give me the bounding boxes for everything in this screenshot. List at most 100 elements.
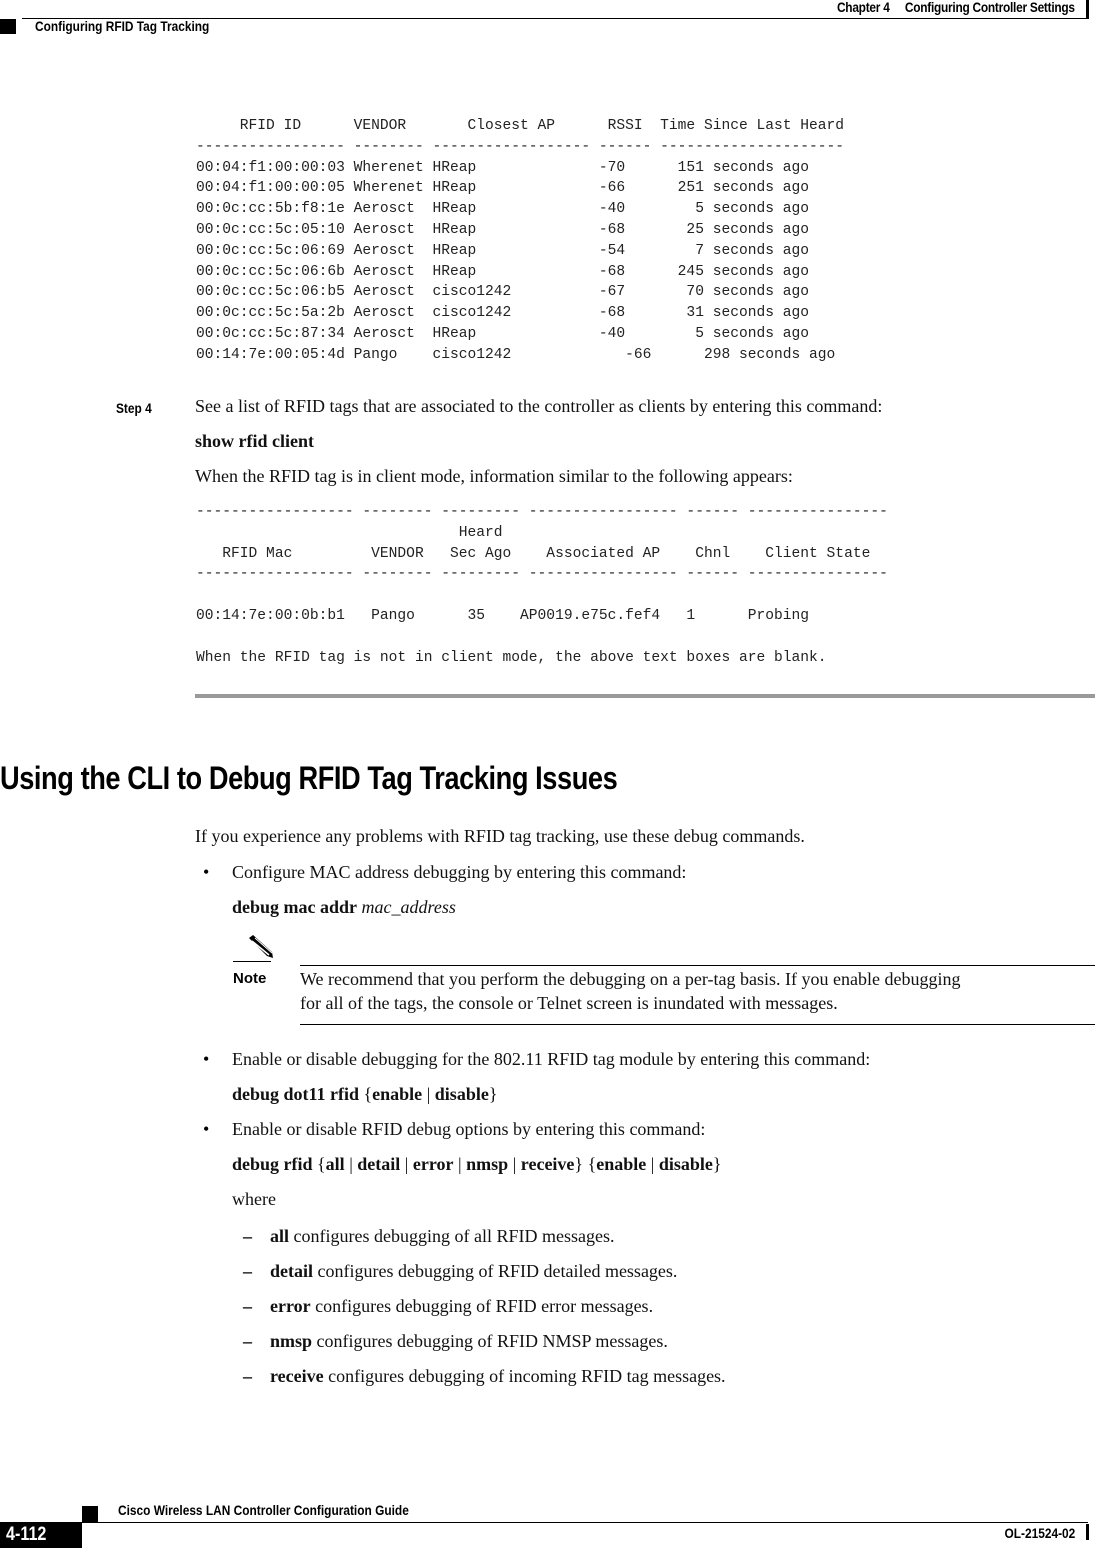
command-keyword: debug dot11 rfid	[232, 1084, 360, 1104]
intro-text: If you experience any problems with RFID…	[195, 826, 805, 846]
option-detail: detail	[357, 1154, 401, 1174]
page-number: 4-112	[6, 1524, 47, 1545]
chapter-title: Configuring Controller Settings	[905, 0, 1075, 15]
option-disable: disable	[434, 1084, 489, 1104]
dash-icon: –	[243, 1261, 252, 1281]
option-description: configures debugging of RFID detailed me…	[317, 1261, 678, 1281]
header-right-bar	[1086, 0, 1089, 19]
footer-right-bar	[1086, 1524, 1089, 1540]
rfid-client-separator: ------------------ -------- --------- --…	[196, 504, 888, 520]
table-row: 00:0c:cc:5c:06:b5 Aerosct cisco1242 -67 …	[196, 284, 810, 301]
note-icon-rule	[233, 961, 271, 962]
section-header: Configuring RFID Tag Tracking	[35, 18, 210, 34]
chapter-header: Chapter 4 Configuring Controller Settings	[837, 0, 1075, 15]
pencil-note-icon	[249, 935, 273, 958]
option-desc-receive: receive configures debugging of incoming…	[270, 1366, 726, 1387]
rfid-client-header-2: RFID Mac VENDOR Sec Ago Associated AP Ch…	[196, 545, 871, 562]
footer-left-block	[82, 1506, 98, 1522]
option-enable: enable	[596, 1154, 647, 1174]
chapter-number: Chapter 4	[837, 0, 890, 15]
option-disable: disable	[658, 1154, 713, 1174]
table-row: 00:0c:cc:5c:06:69 Aerosct HReap -54 7 se…	[196, 242, 810, 259]
option-nmsp: nmsp	[466, 1154, 509, 1174]
table-row: 00:04:f1:00:00:05 Wherenet HReap -66 251…	[196, 180, 810, 197]
rfid-client-note: When the RFID tag is not in client mode,…	[196, 649, 827, 666]
table-row: 00:0c:cc:5c:06:6b Aerosct HReap -68 245 …	[196, 263, 810, 280]
brace-open: {	[587, 1154, 597, 1174]
option-receive: receive	[520, 1154, 575, 1174]
dash-icon: –	[243, 1296, 252, 1316]
table-row: 00:0c:cc:5b:f8:1e Aerosct HReap -40 5 se…	[196, 201, 810, 218]
step-followup: When the RFID tag is in client mode, inf…	[195, 466, 793, 486]
rfid-summary-output: RFID ID VENDOR Closest AP RSSI Time Sinc…	[196, 116, 844, 366]
rfid-summary-separator: ----------------- -------- -------------…	[196, 138, 845, 155]
dash-icon: –	[243, 1331, 252, 1351]
separator: |	[512, 1154, 517, 1174]
brace-close: }	[712, 1154, 722, 1174]
option-desc-detail: detail configures debugging of RFID deta…	[270, 1261, 677, 1282]
table-row: 00:0c:cc:5c:05:10 Aerosct HReap -68 25 s…	[196, 221, 810, 238]
note-line-2: for all of the tags, the console or Teln…	[300, 993, 838, 1013]
bullet-icon: •	[203, 1119, 210, 1139]
option-keyword: all	[270, 1226, 290, 1246]
option-desc-error: error configures debugging of RFID error…	[270, 1296, 653, 1317]
command-keyword: debug mac addr	[232, 897, 358, 917]
rfid-client-output: ------------------ -------- --------- --…	[196, 502, 888, 668]
option-description: configures debugging of incoming RFID ta…	[328, 1366, 726, 1386]
option-desc-all: all configures debugging of all RFID mes…	[270, 1226, 614, 1247]
separator: |	[426, 1084, 431, 1104]
table-row: 00:14:7e:00:05:4d Pango cisco1242 -66 29…	[196, 346, 836, 363]
option-all: all	[325, 1154, 345, 1174]
header-left-block	[0, 19, 16, 34]
option-keyword: receive	[270, 1366, 324, 1386]
option-desc-nmsp: nmsp configures debugging of RFID NMSP m…	[270, 1331, 668, 1352]
rfid-summary-header: RFID ID VENDOR Closest AP RSSI Time Sinc…	[196, 118, 845, 134]
note-bottom-rule	[300, 1024, 1095, 1025]
command-keyword: debug rfid	[232, 1154, 313, 1174]
section-title: Using the CLI to Debug RFID Tag Tracking…	[0, 760, 618, 796]
bullet1-text: Configure MAC address debugging by enter…	[232, 862, 687, 882]
step-text: See a list of RFID tags that are associa…	[195, 396, 883, 416]
footer-rule	[82, 1522, 1088, 1523]
note-line-1: We recommend that you perform the debugg…	[300, 969, 961, 989]
option-error: error	[412, 1154, 454, 1174]
option-keyword: detail	[270, 1261, 313, 1281]
option-description: configures debugging of RFID error messa…	[315, 1296, 654, 1316]
separator: |	[349, 1154, 353, 1174]
brace-open: {	[317, 1154, 326, 1174]
bullet3-command: debug rfid {all | detail | error | nmsp …	[232, 1154, 722, 1175]
table-row: 00:0c:cc:5c:87:34 Aerosct HReap -40 5 se…	[196, 325, 810, 342]
step-divider	[195, 694, 1095, 698]
step-label: Step 4	[116, 400, 152, 416]
separator: |	[404, 1154, 409, 1174]
brace-close: }	[488, 1084, 498, 1104]
table-row: 00:0c:cc:5c:5a:2b Aerosct cisco1242 -68 …	[196, 305, 810, 322]
table-row: 00:14:7e:00:0b:b1 Pango 35 AP0019.e75c.f…	[196, 607, 810, 624]
step-command: show rfid client	[195, 431, 314, 451]
document-number: OL-21524-02	[1004, 1525, 1075, 1541]
option-description: configures debugging of RFID NMSP messag…	[316, 1331, 668, 1351]
dash-icon: –	[243, 1226, 252, 1246]
bullet1-command: debug mac addr mac_address	[232, 897, 456, 918]
option-keyword: error	[270, 1296, 311, 1316]
where-label: where	[232, 1189, 276, 1209]
separator: |	[650, 1154, 655, 1174]
dash-icon: –	[243, 1366, 252, 1386]
rfid-client-separator: ------------------ -------- --------- --…	[196, 566, 888, 583]
separator: |	[458, 1154, 462, 1174]
rfid-client-header-1: Heard	[196, 524, 503, 541]
note-label: Note	[233, 970, 267, 987]
brace-close: }	[574, 1154, 584, 1174]
bullet2-command: debug dot11 rfid {enable | disable}	[232, 1084, 497, 1105]
table-row: 00:04:f1:00:00:03 Wherenet HReap -70 151…	[196, 159, 810, 176]
footer-guide-title: Cisco Wireless LAN Controller Configurat…	[118, 1502, 409, 1518]
option-enable: enable	[372, 1084, 423, 1104]
note-top-rule	[300, 965, 1095, 966]
bullet3-text: Enable or disable RFID debug options by …	[232, 1119, 706, 1139]
option-keyword: nmsp	[270, 1331, 313, 1351]
bullet2-text: Enable or disable debugging for the 802.…	[232, 1049, 871, 1069]
bullet-icon: •	[203, 1049, 210, 1069]
command-argument: mac_address	[361, 897, 456, 917]
brace-open: {	[363, 1084, 373, 1104]
option-description: configures debugging of all RFID message…	[293, 1226, 615, 1246]
